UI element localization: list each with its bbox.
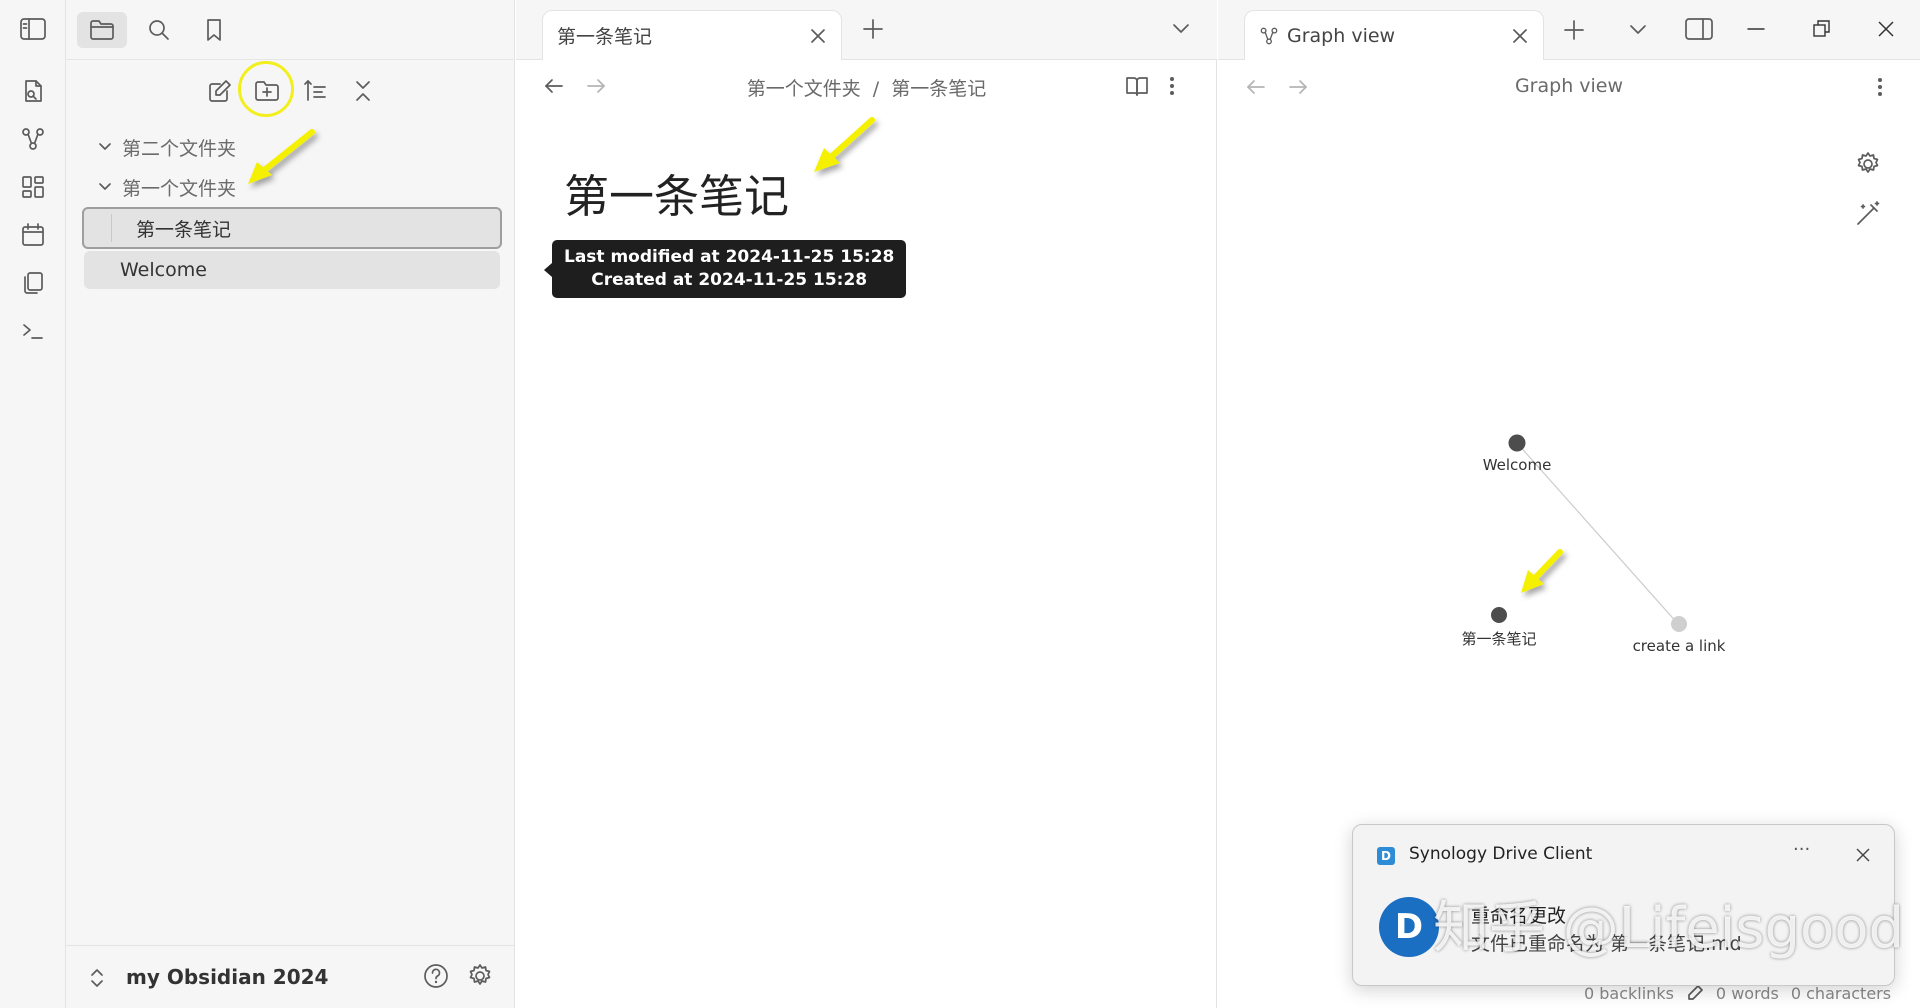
folder-label: 第一个文件夹: [122, 177, 237, 200]
highlight-circle: [238, 61, 294, 117]
notification-toast[interactable]: D Synology Drive Client ··· D 重命名更改 文件已重…: [1352, 824, 1904, 986]
middle-tab-bar: 第一条笔记: [516, 0, 1217, 60]
graph-icon[interactable]: [17, 123, 49, 155]
collapse-all-icon[interactable]: [346, 74, 380, 108]
note-label: 第一条笔记: [136, 218, 232, 241]
toast-message: 文件已重命名为 第一条笔记.md: [1471, 933, 1742, 955]
file-explorer-sidebar: 第二个文件夹 第一个文件夹 第一条笔记 Welcome my Obsidian …: [66, 0, 515, 1008]
note-row[interactable]: Welcome: [84, 251, 500, 289]
settings-gear-icon[interactable]: [466, 962, 494, 990]
close-icon[interactable]: [1503, 19, 1537, 53]
synology-drive-logo: D: [1379, 897, 1439, 957]
templates-icon[interactable]: [17, 267, 49, 299]
toast-more-button[interactable]: ···: [1793, 839, 1810, 860]
note-row-selected[interactable]: 第一条笔记: [82, 207, 502, 249]
timestamp-tooltip: Last modified at 2024-11-25 15:28 Create…: [552, 240, 907, 298]
bookmark-icon[interactable]: [189, 12, 239, 48]
graph-node-label: Welcome: [1482, 456, 1552, 474]
character-count: 0 characters: [1790, 983, 1892, 1003]
graph-icon: [1259, 26, 1279, 46]
tab-title: Graph view: [1287, 24, 1396, 47]
synology-app-icon: D: [1377, 847, 1395, 865]
graph-node-label: create a link: [1632, 637, 1726, 655]
sort-icon[interactable]: [298, 74, 332, 108]
folder-label: 第二个文件夹: [122, 137, 237, 160]
close-window-icon[interactable]: [1874, 17, 1898, 41]
tooltip-created: Created at 2024-11-25 15:28: [591, 270, 868, 290]
command-palette-icon[interactable]: [17, 315, 49, 347]
toast-title: 重命名更改: [1471, 905, 1567, 927]
canvas-icon[interactable]: [17, 171, 49, 203]
backlinks-count[interactable]: 0 backlinks: [1584, 984, 1674, 1003]
right-tab-bar: Graph view: [1218, 0, 1920, 60]
breadcrumb-note[interactable]: 第一条笔记: [891, 78, 986, 100]
chevron-down-icon: [94, 139, 116, 155]
graph-node-create-link[interactable]: [1671, 616, 1687, 632]
breadcrumb-separator: /: [872, 78, 880, 100]
vault-switcher-icon[interactable]: [88, 966, 106, 990]
vault-footer: my Obsidian 2024: [66, 945, 515, 1008]
breadcrumb-folder[interactable]: 第一个文件夹: [747, 78, 861, 100]
toast-app-name: Synology Drive Client: [1409, 844, 1593, 864]
folder-row[interactable]: 第二个文件夹: [84, 128, 500, 166]
graph-node-label: 第一条笔记: [1461, 630, 1537, 648]
files-tab-folder-icon[interactable]: [77, 12, 127, 48]
left-ribbon: [0, 0, 66, 1008]
note-label: Welcome: [120, 259, 207, 281]
tab-list-chevron-down-icon[interactable]: [1627, 21, 1649, 39]
vault-name[interactable]: my Obsidian 2024: [126, 965, 328, 989]
minimize-icon[interactable]: [1744, 18, 1768, 40]
breadcrumb: 第一个文件夹 / 第一条笔记: [516, 74, 1217, 101]
new-tab-plus-icon[interactable]: [860, 16, 886, 42]
chevron-down-icon: [94, 179, 116, 195]
new-tab-plus-icon[interactable]: [1561, 17, 1587, 43]
calendar-icon[interactable]: [17, 219, 49, 251]
edit-pencil-icon[interactable]: [1686, 984, 1704, 1002]
help-icon[interactable]: [422, 962, 450, 990]
open-quick-switcher-icon[interactable]: [17, 75, 49, 107]
word-count: 0 words: [1715, 983, 1779, 1003]
close-icon[interactable]: [1855, 847, 1871, 863]
tab-title: 第一条笔记: [557, 26, 653, 48]
sidebar-tab-header: [66, 0, 515, 60]
tab-graph-view[interactable]: Graph view: [1244, 10, 1544, 60]
tooltip-modified: Last modified at 2024-11-25 15:28: [564, 247, 895, 267]
graph-node-note[interactable]: [1491, 607, 1507, 623]
close-icon[interactable]: [801, 19, 835, 53]
note-title[interactable]: 第一条笔记: [564, 160, 789, 225]
new-note-icon[interactable]: [203, 74, 237, 108]
more-options-icon[interactable]: [1166, 74, 1178, 98]
tooltip-pointer: [544, 263, 552, 277]
folder-row[interactable]: 第一个文件夹: [84, 168, 500, 206]
tab-list-chevron-down-icon[interactable]: [1170, 20, 1192, 38]
search-icon[interactable]: [134, 12, 184, 48]
tab-note[interactable]: 第一条笔记: [542, 10, 842, 60]
toggle-sidebar-icon[interactable]: [17, 13, 49, 45]
toggle-right-sidebar-icon[interactable]: [1684, 16, 1714, 42]
restore-window-icon[interactable]: [1810, 18, 1834, 40]
tree-indent-guide: [111, 214, 112, 242]
note-editor-pane: 第一个文件夹 / 第一条笔记 第一条笔记 Last modified at 20…: [516, 60, 1217, 1008]
reading-view-book-icon[interactable]: [1124, 74, 1150, 98]
graph-node-welcome[interactable]: [1508, 434, 1526, 452]
